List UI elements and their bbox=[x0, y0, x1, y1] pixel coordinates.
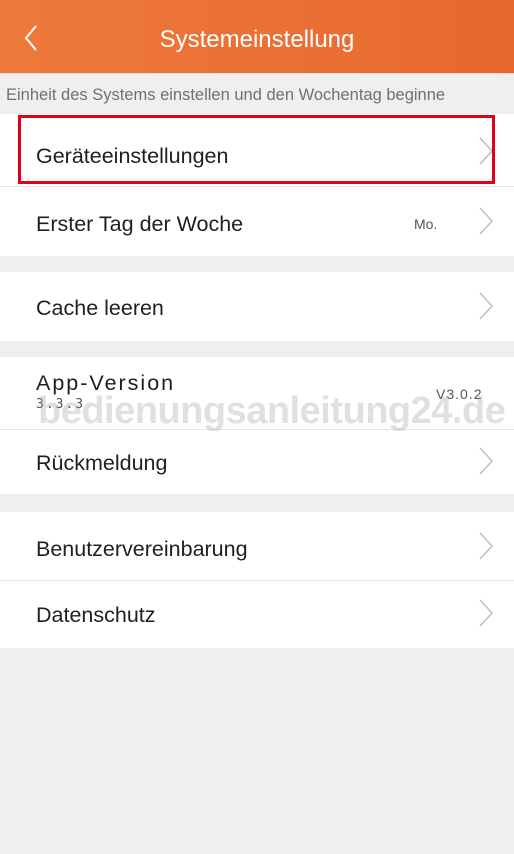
first-day-of-week-label: Erster Tag der Woche bbox=[36, 212, 244, 236]
app-version-value: V3.0.2 bbox=[436, 386, 483, 402]
app-version-build: 3.3.3 bbox=[36, 397, 86, 412]
app-version-row: App-Version 3.3.3 V3.0.2 bbox=[0, 357, 514, 429]
settings-description: Einheit des Systems einstellen und den W… bbox=[0, 73, 514, 113]
device-settings-row[interactable]: Geräteeinstellungen bbox=[0, 114, 514, 186]
privacy-label: Datenschutz bbox=[36, 603, 156, 627]
chevron-right-icon bbox=[479, 599, 494, 627]
chevron-right-icon bbox=[479, 292, 494, 320]
header-bar: Systemeinstellung bbox=[0, 0, 514, 73]
chevron-right-icon bbox=[479, 207, 494, 235]
feedback-label: Rückmeldung bbox=[36, 451, 168, 475]
feedback-row[interactable]: Rückmeldung bbox=[0, 430, 514, 494]
first-day-of-week-row[interactable]: Erster Tag der Woche Mo. bbox=[0, 187, 514, 256]
chevron-right-icon bbox=[479, 137, 494, 165]
user-agreement-row[interactable]: Benutzervereinbarung bbox=[0, 512, 514, 580]
privacy-row[interactable]: Datenschutz bbox=[0, 581, 514, 648]
page-title: Systemeinstellung bbox=[159, 26, 355, 53]
clear-cache-row[interactable]: Cache leeren bbox=[0, 272, 514, 341]
first-day-of-week-value: Mo. bbox=[414, 216, 438, 232]
app-version-label: App-Version bbox=[36, 371, 176, 395]
device-settings-label: Geräteeinstellungen bbox=[36, 144, 229, 168]
user-agreement-label: Benutzervereinbarung bbox=[36, 537, 248, 561]
clear-cache-label: Cache leeren bbox=[36, 296, 164, 320]
chevron-right-icon bbox=[479, 532, 494, 560]
chevron-right-icon bbox=[479, 447, 494, 475]
